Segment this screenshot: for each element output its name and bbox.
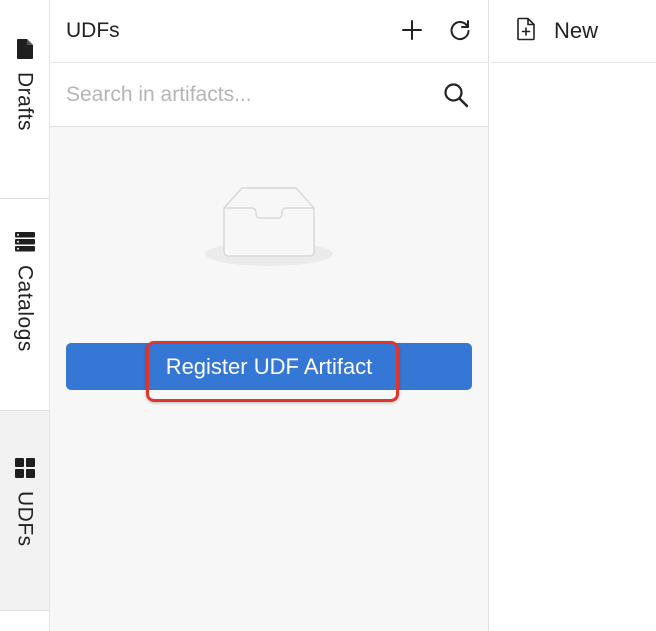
search-button[interactable] bbox=[442, 81, 470, 109]
editor-tabbar: New bbox=[490, 0, 656, 63]
empty-inbox-icon bbox=[204, 186, 334, 273]
side-rail: Drafts Catalogs UDFs bbox=[0, 0, 50, 631]
panel-header: UDFs bbox=[50, 0, 488, 63]
refresh-icon bbox=[450, 20, 470, 40]
add-button[interactable] bbox=[399, 17, 425, 43]
file-icon bbox=[14, 38, 36, 60]
register-udf-artifact-button[interactable]: Register UDF Artifact bbox=[66, 343, 472, 390]
refresh-button[interactable] bbox=[447, 17, 473, 43]
new-draft-tab[interactable]: New bbox=[516, 16, 598, 46]
plus-icon bbox=[402, 20, 422, 40]
server-icon bbox=[14, 231, 36, 253]
grid-icon bbox=[14, 457, 36, 479]
rail-tab-label: Catalogs bbox=[13, 265, 37, 352]
editor-area: New bbox=[490, 0, 656, 631]
search-icon bbox=[444, 83, 469, 108]
panel-title: UDFs bbox=[66, 19, 120, 42]
app-root: Drafts Catalogs UDFs UDFs Search in arti… bbox=[0, 0, 656, 631]
rail-tab-label: Drafts bbox=[13, 72, 37, 132]
rail-tab-catalogs[interactable]: Catalogs bbox=[0, 199, 49, 411]
new-tab-label: New bbox=[554, 18, 599, 43]
search-input[interactable] bbox=[66, 74, 426, 115]
new-file-icon bbox=[516, 17, 536, 46]
rail-tab-udfs[interactable]: UDFs bbox=[0, 411, 49, 611]
rail-tab-label: UDFs bbox=[13, 491, 37, 547]
rail-tab-drafts[interactable]: Drafts bbox=[0, 0, 49, 199]
udf-panel: UDFs Search in artifacts... Register UDF… bbox=[50, 0, 489, 631]
search-bar bbox=[50, 63, 488, 127]
